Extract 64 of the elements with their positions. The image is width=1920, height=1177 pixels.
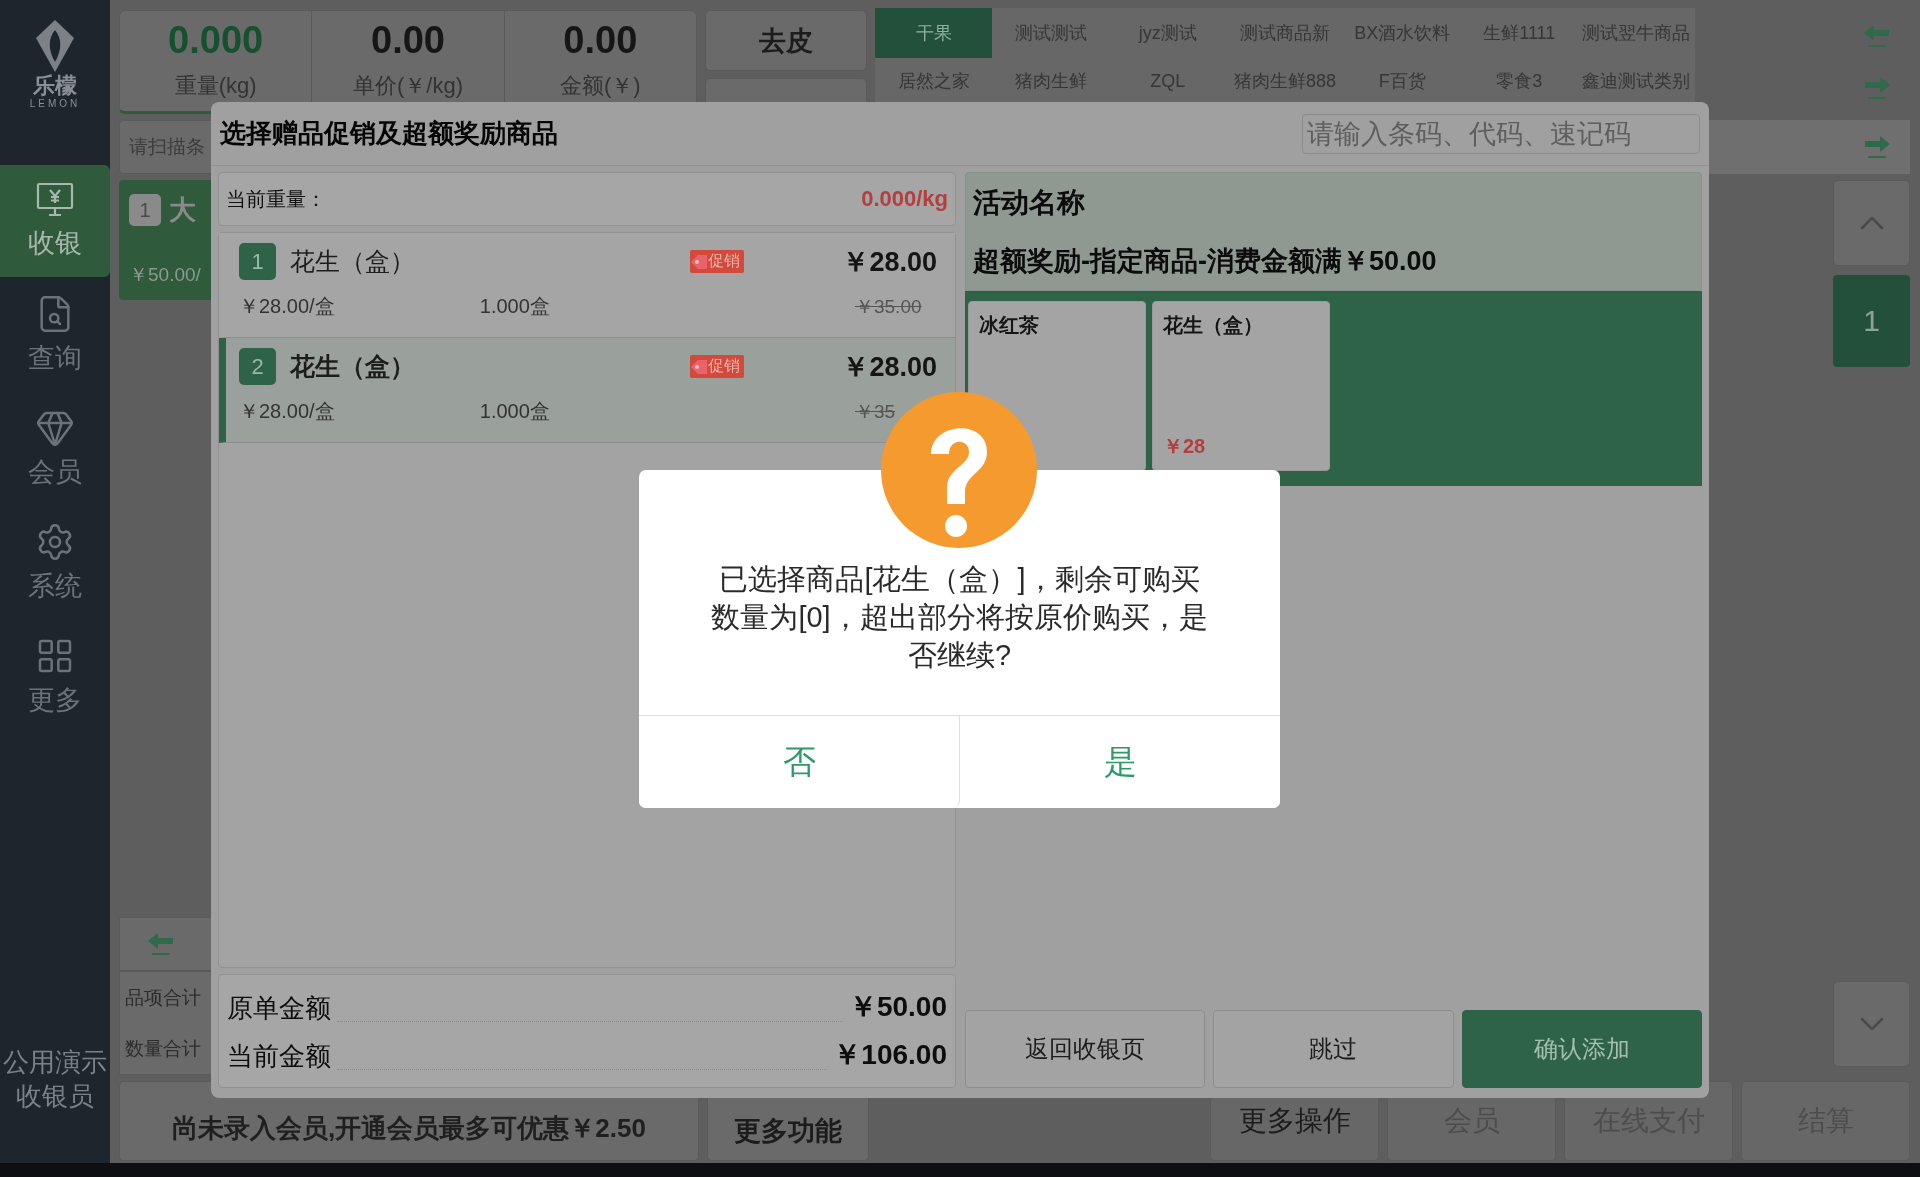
metric-label: 金额(￥) (560, 72, 641, 100)
user-role: 收银员 (16, 1080, 94, 1113)
original-price: ￥35.00 (855, 294, 923, 319)
member-banner-text: 尚未录入会员,开通会员最多可优惠￥2.50 (172, 1112, 646, 1145)
sidebar-item[interactable]: 收银 (0, 165, 110, 277)
metric-value: 0.00 (563, 18, 638, 63)
logo-subtitle: LEMON (29, 98, 81, 109)
amount-label: 原单金额 (227, 992, 331, 1025)
unit-price: ￥28.00/盒 (239, 294, 335, 319)
arrow-left-icon[interactable] (146, 931, 176, 957)
confirm-button[interactable]: 否 (639, 716, 960, 808)
activity-heading: 活动名称 (973, 185, 1086, 220)
unit-price: ￥28.00/盒 (239, 399, 335, 424)
confirm-message: 已选择商品[花生（盒）]，剩余可购买数量为[0]，超出部分将按原价购买，是否继续? (710, 562, 1209, 673)
item-index: 1 (239, 243, 276, 280)
tare-button[interactable]: 去皮 (705, 10, 867, 71)
sidebar-item[interactable]: 系统 (0, 507, 110, 619)
item-price: ￥50.00/ (129, 263, 201, 287)
promo-badge: 促销 (690, 250, 744, 273)
sidebar-item[interactable]: 更多 (0, 621, 110, 733)
arrow-left-icon[interactable] (1862, 23, 1892, 49)
product-name: 冰红茶 (979, 313, 1040, 338)
promo-badge: 促销 (690, 355, 744, 378)
sidebar-item[interactable]: 会员 (0, 393, 110, 505)
total-label: 数量合计 (125, 1036, 201, 1061)
user-name: 公用演示 (3, 1046, 107, 1079)
item-name: 花生（盒） (290, 246, 416, 277)
search-field[interactable]: 请输入条码、代码、速记码 (1302, 113, 1700, 154)
activity-name: 超额奖励-指定商品-消费金额满￥50.00 (973, 245, 1438, 279)
sidebar-item[interactable]: 查询 (0, 279, 110, 391)
page-button[interactable]: 1 (1833, 275, 1910, 367)
weight-value: 0.000/kg (861, 186, 948, 212)
metric-value: 0.00 (371, 18, 445, 63)
amount-value: ￥50.00 (848, 990, 947, 1024)
item-index: 2 (239, 348, 276, 385)
scroll-down-button[interactable] (1833, 981, 1910, 1067)
item-name: 花生（盒） (290, 351, 416, 382)
dialog-title: 选择赠品促销及超额奖励商品 (220, 117, 558, 150)
original-price: ￥35 (855, 399, 897, 424)
item-index: 1 (129, 194, 161, 226)
list-row[interactable]: 1 花生（盒） 促销 ￥28.00 ￥28.00/盒 1.000盒 ￥35.00 (219, 233, 955, 338)
item-name: 大 (169, 194, 196, 227)
amount-value: ￥106.00 (833, 1038, 947, 1072)
item-quantity: 1.000盒 (479, 294, 550, 319)
logo-title: 乐檬 (33, 74, 77, 98)
arrow-right-icon[interactable] (1862, 75, 1892, 101)
weight-label: 当前重量： (226, 186, 326, 212)
dialog-button[interactable]: 跳过 (1213, 1010, 1454, 1088)
amount-label: 当前金额 (227, 1040, 331, 1073)
dialog-button[interactable]: 确认添加 (1461, 1010, 1702, 1088)
product-name: 花生（盒） (1163, 313, 1264, 338)
scroll-up-button[interactable] (1833, 180, 1910, 266)
list-row[interactable]: 2 花生（盒） 促销 ￥28.00 ￥28.00/盒 1.000盒 ￥35 (219, 338, 955, 443)
monitor-yen-icon (35, 181, 75, 219)
item-quantity: 1.000盒 (479, 399, 550, 424)
category-tab[interactable]: 干果 (875, 8, 993, 58)
product-card[interactable]: 花生（盒） ￥28 (1152, 301, 1330, 471)
item-price: ￥28.00 (842, 350, 937, 384)
product-price: ￥28 (1163, 434, 1207, 459)
dialog-button[interactable]: 返回收银页 (965, 1010, 1206, 1088)
item-price: ￥28.00 (842, 245, 937, 279)
metric-value: 0.000 (168, 18, 264, 63)
total-label: 品项合计 (125, 985, 201, 1010)
arrow-right-icon[interactable] (1862, 134, 1892, 160)
